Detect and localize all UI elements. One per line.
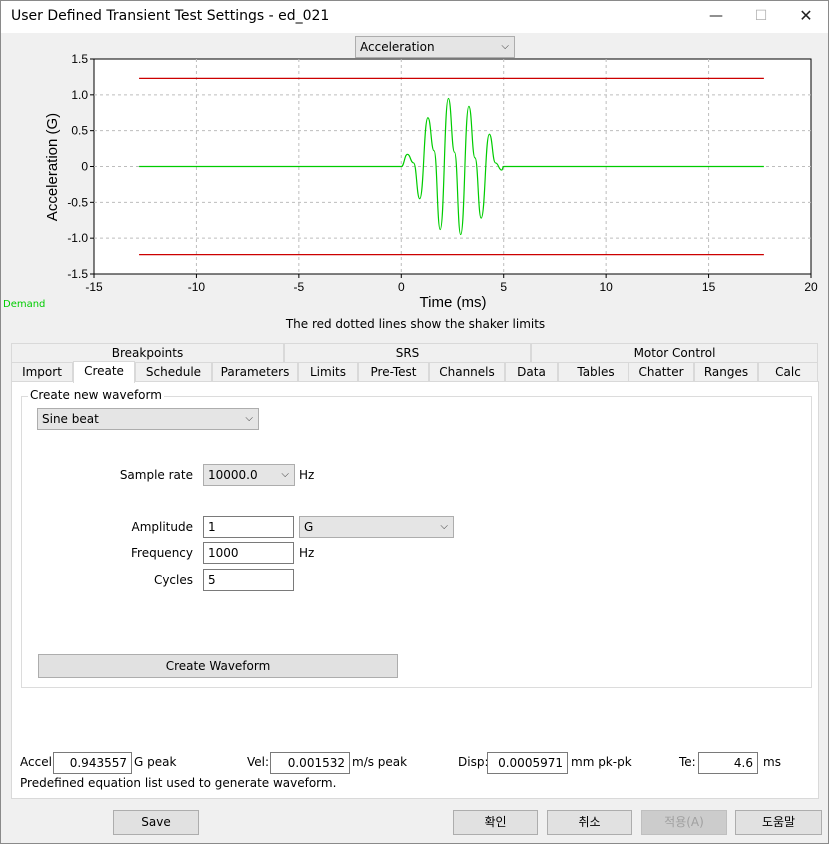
y-tick-label: 0.5 — [71, 124, 88, 138]
close-icon[interactable]: ✕ — [783, 1, 829, 33]
shaker-limits-note: The red dotted lines show the shaker lim… — [285, 317, 546, 331]
tab-pre-test[interactable]: Pre-Test — [358, 362, 429, 382]
disp-label: Disp: — [458, 755, 489, 769]
maximize-icon[interactable]: ☐ — [738, 1, 784, 33]
y-tick-label: 1.0 — [71, 88, 88, 102]
sample-rate-unit: Hz — [299, 468, 315, 482]
amplitude-unit-value: G — [304, 520, 314, 534]
save-button[interactable]: Save — [113, 810, 199, 835]
y-tick-label: -1.5 — [67, 267, 88, 281]
tab-motor-control[interactable]: Motor Control — [531, 343, 818, 363]
x-axis-label: Time (ms) — [420, 294, 487, 311]
chevron-down-icon: ⌵ — [281, 469, 289, 480]
x-tick-label: 0 — [398, 280, 405, 294]
disp-unit: mm pk-pk — [571, 755, 632, 769]
vel-unit: m/s peak — [352, 755, 408, 769]
amplitude-label: Amplitude — [131, 520, 194, 534]
tab-limits[interactable]: Limits — [298, 362, 358, 382]
chevron-down-icon: ⌵ — [245, 413, 253, 424]
create-tab-panel: Create new waveform Sine beat ⌵ Sample r… — [11, 381, 819, 799]
minimize-icon[interactable]: — — [693, 1, 739, 33]
vel-value[interactable]: 0.001532 — [270, 752, 350, 774]
frequency-label: Frequency — [131, 546, 193, 560]
sample-rate-value: 10000.0 — [208, 468, 258, 482]
y-tick-label: 0 — [81, 160, 88, 174]
tab-tables[interactable]: Tables — [558, 362, 634, 382]
tab-srs[interactable]: SRS — [284, 343, 531, 363]
tab-schedule[interactable]: Schedule — [135, 362, 212, 382]
cycles-input[interactable]: 5 — [203, 569, 294, 591]
ok-button[interactable]: 확인 — [453, 810, 538, 835]
accel-value[interactable]: 0.943557 — [53, 752, 132, 774]
sample-rate-label: Sample rate — [119, 468, 193, 482]
accel-label: Accel: — [20, 755, 56, 769]
amplitude-input[interactable]: 1 — [203, 516, 294, 538]
demand-legend-label: Demand — [3, 299, 46, 310]
y-tick-label: -0.5 — [67, 195, 88, 209]
y-tick-label: 1.5 — [71, 52, 88, 66]
settings-window: User Defined Transient Test Settings - e… — [0, 0, 829, 844]
x-tick-label: 20 — [804, 280, 818, 294]
help-button[interactable]: 도움말 — [735, 810, 822, 835]
te-label: Te: — [679, 755, 696, 769]
cycles-label: Cycles — [153, 573, 193, 587]
chevron-down-icon: ⌵ — [440, 521, 448, 532]
apply-button[interactable]: 적용(A) — [641, 810, 727, 835]
frequency-input[interactable]: 1000 — [203, 542, 294, 564]
create-waveform-group: Create new waveform Sine beat ⌵ Sample r… — [21, 388, 812, 688]
disp-value[interactable]: 0.0005971 — [487, 752, 568, 774]
tab-parameters[interactable]: Parameters — [212, 362, 298, 382]
te-value[interactable]: 4.6 — [698, 752, 758, 774]
tab-import[interactable]: Import — [11, 362, 73, 382]
accel-unit: G peak — [134, 755, 177, 769]
tab-calc[interactable]: Calc — [758, 362, 818, 382]
tab-create[interactable]: Create — [73, 361, 135, 383]
x-tick-label: -10 — [188, 280, 206, 294]
title-bar: User Defined Transient Test Settings - e… — [1, 1, 828, 33]
x-tick-label: 5 — [500, 280, 507, 294]
vel-label: Vel: — [247, 755, 270, 769]
x-tick-label: -15 — [85, 280, 103, 294]
x-tick-label: -5 — [294, 280, 305, 294]
y-tick-label: -1.0 — [67, 231, 88, 245]
cancel-button[interactable]: 취소 — [547, 810, 632, 835]
waveform-type-value: Sine beat — [42, 412, 99, 426]
waveform-type-select[interactable]: Sine beat ⌵ — [37, 408, 259, 430]
amplitude-unit-select[interactable]: G ⌵ — [299, 516, 454, 538]
te-unit: ms — [763, 755, 781, 769]
group-title: Create new waveform — [28, 388, 164, 402]
window-title: User Defined Transient Test Settings - e… — [11, 8, 330, 24]
tab-ranges[interactable]: Ranges — [694, 362, 758, 382]
tab-breakpoints[interactable]: Breakpoints — [11, 343, 284, 363]
x-tick-label: 15 — [702, 280, 716, 294]
y-axis-label: Acceleration (G) — [44, 113, 61, 221]
create-waveform-button[interactable]: Create Waveform — [38, 654, 398, 678]
tab-channels[interactable]: Channels — [429, 362, 505, 382]
status-text: Predefined equation list used to generat… — [20, 776, 337, 790]
frequency-unit: Hz — [299, 546, 315, 560]
tab-data[interactable]: Data — [505, 362, 558, 382]
x-tick-label: 10 — [599, 280, 613, 294]
sample-rate-select[interactable]: 10000.0 ⌵ — [203, 464, 295, 486]
tab-chatter[interactable]: Chatter — [628, 362, 694, 382]
acceleration-chart: -15 -10 -5 0 5 10 15 20 1.5 1.0 0.5 0 -0.5 -1.0 -1.5 T… — [44, 52, 818, 311]
